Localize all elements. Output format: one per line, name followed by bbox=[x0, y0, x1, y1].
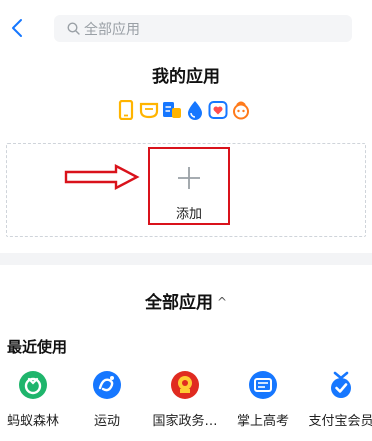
heart-shield-icon[interactable] bbox=[208, 100, 228, 120]
search-placeholder: 全部应用 bbox=[84, 21, 140, 38]
app-label: 国家政务… bbox=[152, 414, 218, 429]
search-icon bbox=[67, 22, 80, 35]
app-government-services[interactable]: 国家政务… bbox=[148, 368, 222, 434]
gaokao-icon bbox=[246, 368, 280, 402]
annotation-arrow-icon bbox=[64, 164, 140, 190]
sports-icon bbox=[90, 368, 124, 402]
government-icon bbox=[168, 368, 202, 402]
mascot-icon[interactable] bbox=[231, 100, 251, 120]
plus-icon bbox=[178, 167, 200, 189]
all-apps-title-text: 全部应用 bbox=[144, 293, 213, 313]
my-apps-title: 我的应用 bbox=[152, 67, 220, 87]
app-label: 运动 bbox=[93, 414, 120, 429]
app-label: 支付宝会员 bbox=[308, 414, 372, 429]
search-input[interactable]: 全部应用 bbox=[54, 15, 352, 42]
ant-forest-icon bbox=[16, 368, 50, 402]
section-divider bbox=[0, 253, 372, 265]
water-drop-icon[interactable] bbox=[185, 100, 205, 120]
all-apps-title[interactable]: 全部应用 ^ bbox=[0, 288, 372, 313]
back-button[interactable] bbox=[6, 15, 28, 41]
add-app-label: 添加 bbox=[175, 207, 202, 222]
my-apps-icon-row bbox=[116, 100, 251, 120]
phone-icon[interactable] bbox=[116, 100, 136, 120]
chevron-up-icon: ^ bbox=[216, 295, 228, 309]
app-ant-forest[interactable]: 蚂蚁森林 bbox=[0, 368, 70, 434]
app-alipay-member[interactable]: 支付宝会员 bbox=[304, 368, 372, 434]
app-label: 掌上高考 bbox=[236, 414, 289, 429]
add-app-button[interactable]: 添加 bbox=[148, 147, 230, 225]
document-icon[interactable] bbox=[162, 100, 182, 120]
alipay-member-icon bbox=[324, 368, 358, 402]
header: 全部应用 bbox=[0, 0, 372, 52]
recent-used-label: 最近使用 bbox=[7, 338, 68, 356]
chevron-left-icon bbox=[12, 19, 22, 37]
app-gaokao[interactable]: 掌上高考 bbox=[226, 368, 300, 434]
cup-icon[interactable] bbox=[139, 100, 159, 120]
app-label: 蚂蚁森林 bbox=[6, 414, 59, 429]
app-sports[interactable]: 运动 bbox=[70, 368, 144, 434]
